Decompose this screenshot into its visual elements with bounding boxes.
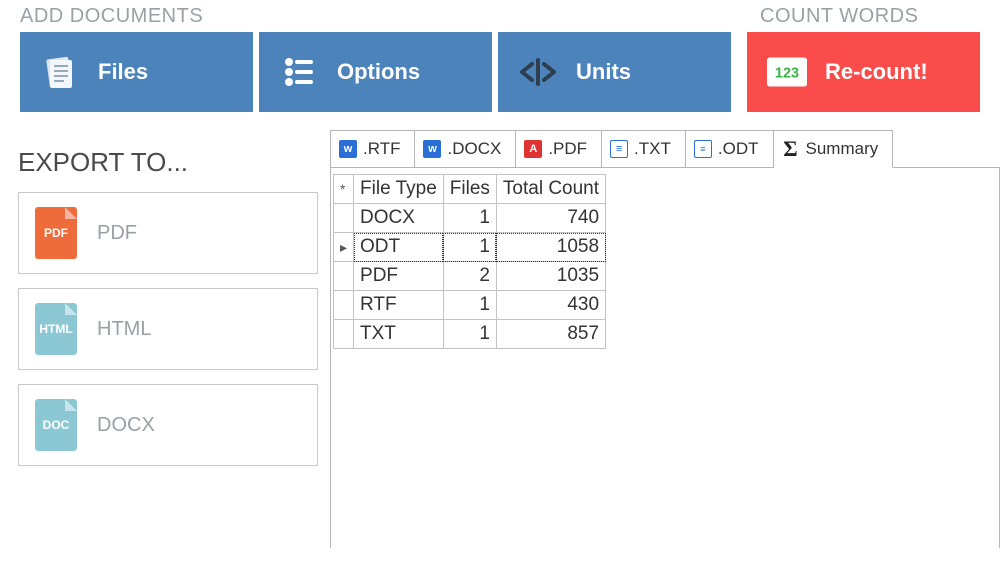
cell-total-count: 857: [496, 320, 605, 349]
corner-cell: *: [334, 175, 354, 204]
txt-icon: ≡: [610, 140, 628, 158]
recount-button-label: Re-count!: [825, 59, 928, 85]
files-icon: [40, 52, 80, 92]
export-pdf-label: PDF: [97, 222, 137, 245]
export-docx-button[interactable]: DOC DOCX: [18, 384, 318, 466]
tab-label: .PDF: [548, 139, 587, 159]
tab-label: .TXT: [634, 139, 671, 159]
cell-total-count: 1035: [496, 262, 605, 291]
row-indicator: [334, 291, 354, 320]
tab-txt[interactable]: ≡ .TXT: [602, 130, 686, 167]
summary-table: * File Type Files Total Count DOCX1740▸O…: [333, 174, 606, 349]
tab-odt[interactable]: ≡ .ODT: [686, 130, 774, 167]
export-html-button[interactable]: HTML HTML: [18, 288, 318, 370]
table-row[interactable]: RTF1430: [334, 291, 606, 320]
files-button[interactable]: Files: [20, 32, 253, 112]
row-indicator: [334, 204, 354, 233]
odt-icon: ≡: [694, 140, 712, 158]
export-html-label: HTML: [97, 318, 151, 341]
svg-text:123: 123: [775, 65, 799, 81]
cell-file-type: TXT: [354, 320, 444, 349]
units-icon: [518, 52, 558, 92]
tab-label: .RTF: [363, 139, 400, 159]
tab-pdf[interactable]: A .PDF: [516, 130, 602, 167]
cell-file-type: ODT: [354, 233, 444, 262]
export-pdf-button[interactable]: PDF PDF: [18, 192, 318, 274]
units-button[interactable]: Units: [498, 32, 731, 112]
cell-file-type: PDF: [354, 262, 444, 291]
section-label-add-documents: ADD DOCUMENTS: [20, 5, 760, 28]
export-docx-label: DOCX: [97, 414, 155, 437]
section-label-count-words: COUNT WORDS: [760, 5, 980, 28]
table-row[interactable]: DOCX1740: [334, 204, 606, 233]
options-icon: [279, 52, 319, 92]
cell-files: 1: [443, 291, 496, 320]
options-button-label: Options: [337, 59, 420, 85]
col-files[interactable]: Files: [443, 175, 496, 204]
export-title: EXPORT TO...: [18, 147, 318, 178]
cell-file-type: DOCX: [354, 204, 444, 233]
table-row[interactable]: TXT1857: [334, 320, 606, 349]
cell-files: 1: [443, 320, 496, 349]
tab-docx[interactable]: w .DOCX: [415, 130, 516, 167]
recount-icon: 123: [767, 52, 807, 92]
sigma-icon: Σ: [782, 136, 800, 162]
cell-total-count: 740: [496, 204, 605, 233]
cell-files: 2: [443, 262, 496, 291]
units-button-label: Units: [576, 59, 631, 85]
cell-files: 1: [443, 233, 496, 262]
options-button[interactable]: Options: [259, 32, 492, 112]
table-row[interactable]: ▸ODT11058: [334, 233, 606, 262]
col-file-type[interactable]: File Type: [354, 175, 444, 204]
tab-rtf[interactable]: w .RTF: [331, 130, 415, 167]
tab-label: .ODT: [718, 139, 759, 159]
table-row[interactable]: PDF21035: [334, 262, 606, 291]
row-indicator: [334, 262, 354, 291]
pdf-file-icon: PDF: [35, 207, 77, 259]
cell-files: 1: [443, 204, 496, 233]
files-button-label: Files: [98, 59, 148, 85]
tab-strip: w .RTF w .DOCX A .PDF ≡ .TXT ≡ .ODT Σ Su…: [330, 130, 1000, 168]
recount-button[interactable]: 123 Re-count!: [747, 32, 980, 112]
word-icon: w: [423, 140, 441, 158]
doc-file-icon: DOC: [35, 399, 77, 451]
row-indicator: [334, 320, 354, 349]
col-total-count[interactable]: Total Count: [496, 175, 605, 204]
tab-summary[interactable]: Σ Summary: [774, 130, 894, 168]
word-icon: w: [339, 140, 357, 158]
row-indicator: ▸: [334, 233, 354, 262]
cell-total-count: 1058: [496, 233, 605, 262]
tab-label: Summary: [806, 139, 879, 159]
cell-file-type: RTF: [354, 291, 444, 320]
tab-label: .DOCX: [447, 139, 501, 159]
html-file-icon: HTML: [35, 303, 77, 355]
pdf-icon: A: [524, 140, 542, 158]
cell-total-count: 430: [496, 291, 605, 320]
